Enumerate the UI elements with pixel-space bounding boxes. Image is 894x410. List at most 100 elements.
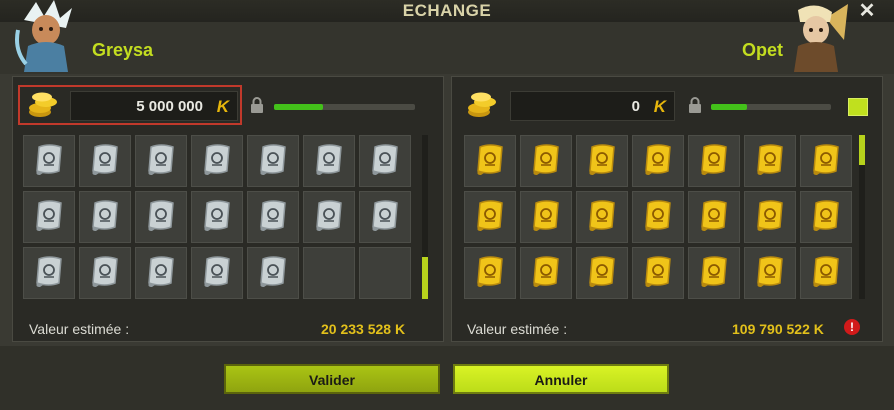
right-progress-bar [711, 104, 831, 110]
left-kamas-input[interactable]: 5 000 000 K [70, 91, 238, 121]
item-slot[interactable] [744, 247, 796, 299]
item-slot[interactable] [520, 135, 572, 187]
silver-scroll-icon [311, 197, 347, 238]
silver-scroll-icon [143, 141, 179, 182]
silver-scroll-icon [255, 253, 291, 294]
silver-scroll-icon [255, 197, 291, 238]
item-slot[interactable] [135, 191, 187, 243]
item-slot[interactable] [135, 135, 187, 187]
item-slot[interactable] [688, 135, 740, 187]
silver-scroll-icon [143, 253, 179, 294]
item-slot[interactable] [303, 191, 355, 243]
player-name-right: Opet [742, 40, 784, 60]
item-slot[interactable] [191, 247, 243, 299]
item-slot[interactable] [632, 191, 684, 243]
item-slot[interactable] [303, 135, 355, 187]
silver-scroll-icon [311, 141, 347, 182]
gold-scroll-icon [472, 197, 508, 238]
silver-scroll-icon [199, 253, 235, 294]
item-slot[interactable] [464, 135, 516, 187]
silver-scroll-icon [31, 253, 67, 294]
collapse-toggle-icon[interactable] [848, 98, 868, 116]
item-slot[interactable] [135, 247, 187, 299]
right-kamas-box: 0 K [459, 87, 679, 123]
item-slot[interactable] [359, 191, 411, 243]
item-slot[interactable] [23, 191, 75, 243]
window-title: ECHANGE [402, 1, 492, 20]
gold-scroll-icon [696, 253, 732, 294]
silver-scroll-icon [367, 141, 403, 182]
left-item-grid [23, 135, 411, 299]
right-kamas-value: 0 [631, 98, 640, 115]
left-trade-panel: 5 000 000 K Valeur estimée : 20 233 528 … [12, 76, 444, 342]
gold-scroll-icon [752, 141, 788, 182]
item-slot[interactable] [520, 191, 572, 243]
item-slot[interactable] [464, 247, 516, 299]
right-kamas-display: 0 K [510, 91, 675, 121]
item-slot[interactable] [576, 191, 628, 243]
silver-scroll-icon [31, 197, 67, 238]
left-kamas-box[interactable]: 5 000 000 K [18, 85, 242, 125]
gold-scroll-icon [640, 253, 676, 294]
exchange-window: ECHANGE ✕ Greysa Opet 5 000 000 K Valeur… [0, 0, 894, 410]
item-slot[interactable] [576, 135, 628, 187]
right-estimated-value: 109 790 522 K [732, 321, 824, 337]
avatar-greysa [15, 0, 72, 72]
cancel-button[interactable]: Annuler [453, 364, 669, 394]
right-item-grid [464, 135, 852, 299]
item-slot[interactable] [520, 247, 572, 299]
gold-scroll-icon [640, 197, 676, 238]
right-progress-fill [711, 104, 747, 110]
item-slot[interactable] [359, 135, 411, 187]
left-progress-fill [274, 104, 324, 110]
title-bar[interactable]: ECHANGE ✕ [0, 0, 894, 23]
gold-scroll-icon [528, 197, 564, 238]
item-slot[interactable] [800, 135, 852, 187]
item-slot[interactable] [632, 247, 684, 299]
kamas-coin-icon [468, 92, 496, 117]
silver-scroll-icon [143, 197, 179, 238]
right-scrollbar[interactable] [859, 135, 865, 299]
gold-scroll-icon [808, 253, 844, 294]
right-trade-panel: 0 K Valeur estimée : 109 790 522 K ! [451, 76, 883, 342]
validate-button[interactable]: Valider [224, 364, 440, 394]
item-slot[interactable] [688, 247, 740, 299]
item-slot[interactable] [79, 247, 131, 299]
item-slot[interactable] [23, 247, 75, 299]
item-slot[interactable] [79, 191, 131, 243]
item-slot[interactable] [247, 135, 299, 187]
item-slot[interactable] [303, 247, 355, 299]
kama-symbol: K [653, 97, 666, 116]
silver-scroll-icon [31, 141, 67, 182]
item-slot[interactable] [800, 191, 852, 243]
item-slot[interactable] [800, 247, 852, 299]
item-slot[interactable] [744, 135, 796, 187]
item-slot[interactable] [191, 191, 243, 243]
gold-scroll-icon [584, 197, 620, 238]
avatar-opet [794, 4, 848, 72]
gold-scroll-icon [696, 141, 732, 182]
right-scroll-thumb[interactable] [859, 135, 865, 165]
close-icon[interactable]: ✕ [856, 0, 878, 22]
silver-scroll-icon [87, 197, 123, 238]
left-progress-bar [274, 104, 415, 110]
item-slot[interactable] [688, 191, 740, 243]
item-slot[interactable] [359, 247, 411, 299]
item-slot[interactable] [247, 247, 299, 299]
left-scroll-thumb[interactable] [422, 257, 428, 299]
warning-icon[interactable]: ! [844, 319, 860, 335]
item-slot[interactable] [576, 247, 628, 299]
item-slot[interactable] [247, 191, 299, 243]
lock-icon[interactable] [250, 97, 264, 113]
item-slot[interactable] [464, 191, 516, 243]
item-slot[interactable] [23, 135, 75, 187]
item-slot[interactable] [744, 191, 796, 243]
item-slot[interactable] [191, 135, 243, 187]
footer: Valider Annuler [0, 346, 894, 410]
gold-scroll-icon [584, 253, 620, 294]
item-slot[interactable] [79, 135, 131, 187]
left-scrollbar[interactable] [422, 135, 428, 299]
lock-icon[interactable] [688, 97, 702, 113]
gold-scroll-icon [696, 197, 732, 238]
item-slot[interactable] [632, 135, 684, 187]
